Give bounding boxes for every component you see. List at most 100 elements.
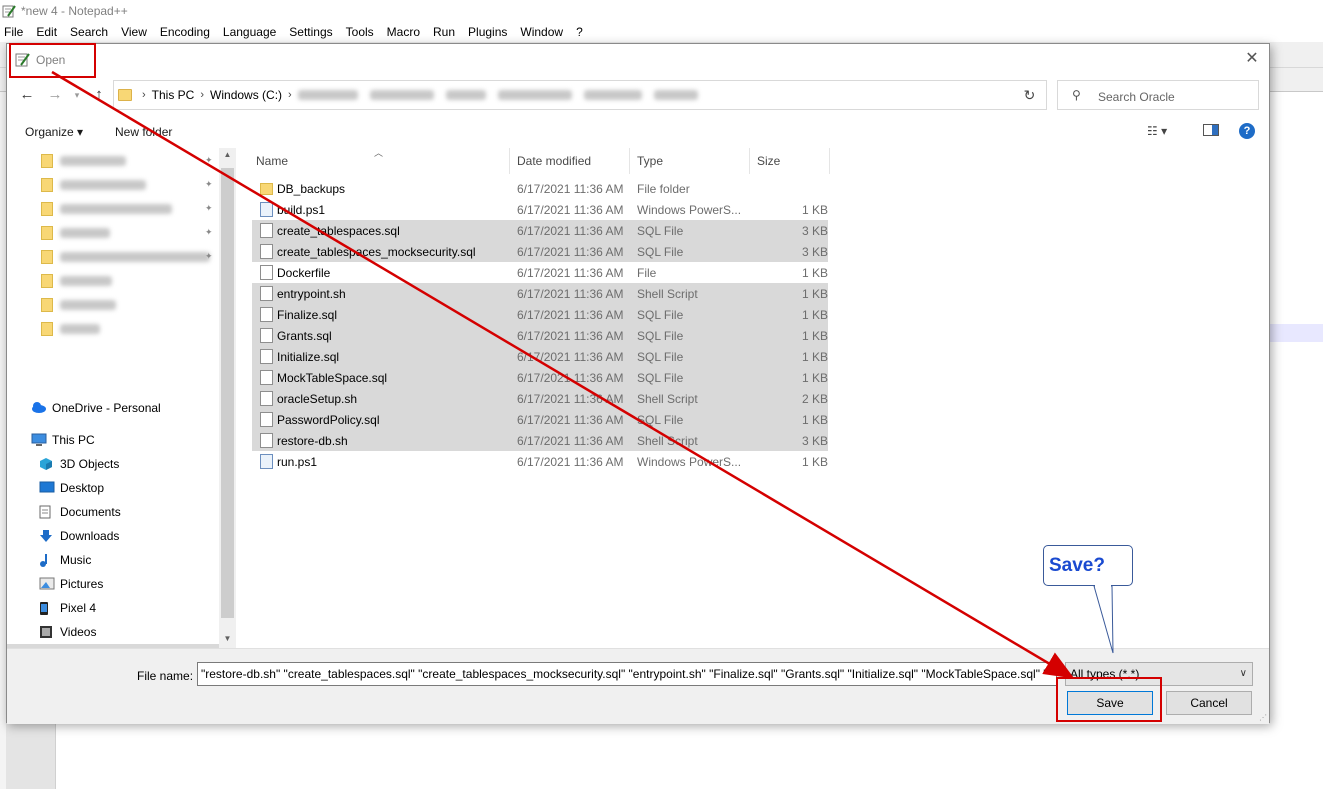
resize-grip-icon[interactable]: ⋰: [1259, 713, 1267, 722]
redacted-label: [60, 276, 112, 286]
menu-item[interactable]: ?: [576, 25, 583, 39]
file-date: 6/17/2021 11:36 AM: [517, 455, 624, 469]
back-arrow-icon[interactable]: ←: [19, 86, 35, 103]
nav-item-pixel-4[interactable]: Pixel 4: [7, 596, 219, 620]
redacted-label: [60, 300, 116, 310]
menu-item[interactable]: Settings: [289, 25, 332, 39]
file-row[interactable]: Initialize.sql 6/17/2021 11:36 AM SQL File…: [252, 346, 828, 367]
quick-access-item[interactable]: [7, 269, 219, 293]
menu-item[interactable]: Edit: [36, 25, 57, 39]
menu-item[interactable]: Window: [520, 25, 563, 39]
nav-item-music[interactable]: Music: [7, 548, 219, 572]
file-row[interactable]: create_tablespaces_mocksecurity.sql 6/17/…: [252, 241, 828, 262]
file-type: SQL File: [637, 308, 684, 322]
file-row[interactable]: entrypoint.sh 6/17/2021 11:36 AM Shell Scr…: [252, 283, 828, 304]
file-name: PasswordPolicy.sql: [277, 413, 380, 427]
file-row[interactable]: PasswordPolicy.sql 6/17/2021 11:36 AM SQL …: [252, 409, 828, 430]
recent-locations-chevron-icon[interactable]: ▾: [69, 90, 85, 101]
quick-access-item[interactable]: [7, 317, 219, 341]
annotation-box-title: [9, 43, 96, 78]
quick-access-item[interactable]: ✦: [7, 221, 219, 245]
menu-item[interactable]: Tools: [346, 25, 374, 39]
file-name: run.ps1: [277, 455, 318, 469]
folder-icon: [41, 226, 53, 240]
redacted-path: [653, 90, 698, 100]
file-row[interactable]: Grants.sql 6/17/2021 11:36 AM SQL File 1 KB: [252, 325, 828, 346]
file-row[interactable]: create_tablespaces.sql 6/17/2021 11:36 AM…: [252, 220, 828, 241]
column-header-date[interactable]: Date modified: [510, 148, 630, 174]
redacted-path: [369, 90, 434, 100]
file-row[interactable]: build.ps1 6/17/2021 11:36 AM Windows Power…: [252, 199, 828, 220]
folder-icon: [41, 202, 53, 216]
documents-icon: [39, 505, 53, 519]
shell-script-icon: [260, 391, 273, 406]
file-row[interactable]: Finalize.sql 6/17/2021 11:36 AM SQL File 1 …: [252, 304, 828, 325]
nav-item-videos[interactable]: Videos: [7, 620, 219, 644]
breadcrumb-this-pc[interactable]: This PC: [152, 88, 195, 102]
organize-button[interactable]: Organize ▾: [25, 125, 83, 139]
folder-icon: [118, 89, 132, 101]
nav-item-documents[interactable]: Documents: [7, 500, 219, 524]
file-name: entrypoint.sh: [277, 287, 346, 301]
nav-item-downloads[interactable]: Downloads: [7, 524, 219, 548]
download-icon: [39, 529, 53, 542]
help-icon[interactable]: ?: [1239, 123, 1255, 139]
file-row[interactable]: oracleSetup.sh 6/17/2021 11:36 AM Shell Sc…: [252, 388, 828, 409]
preview-pane-icon[interactable]: [1203, 124, 1219, 139]
address-bar[interactable]: › This PC › Windows (C:) › ∨: [113, 80, 1041, 110]
menu-item[interactable]: Language: [223, 25, 276, 39]
file-date: 6/17/2021 11:36 AM: [517, 266, 624, 280]
file-date: 6/17/2021 11:36 AM: [517, 224, 624, 238]
quick-access-item[interactable]: ✦: [7, 197, 219, 221]
search-input[interactable]: ⚲ Search Oracle: [1057, 80, 1259, 110]
nav-item-label: This PC: [52, 433, 95, 447]
file-row[interactable]: DB_backups 6/17/2021 11:36 AM File folder: [252, 178, 828, 199]
powershell-file-icon: [260, 202, 273, 217]
up-arrow-icon[interactable]: ↑: [91, 86, 107, 103]
file-row[interactable]: restore-db.sh 6/17/2021 11:36 AM Shell Scr…: [252, 430, 828, 451]
file-size: 3 KB: [801, 224, 828, 238]
nav-item-this-pc[interactable]: This PC: [7, 428, 219, 452]
menu-item[interactable]: Encoding: [160, 25, 210, 39]
cancel-button[interactable]: Cancel: [1166, 691, 1252, 715]
scroll-up-icon[interactable]: ▲: [219, 150, 236, 159]
view-options-icon[interactable]: ☷ ▾: [1147, 124, 1167, 138]
breadcrumb-windows-c[interactable]: Windows (C:): [210, 88, 282, 102]
file-date: 6/17/2021 11:36 AM: [517, 350, 624, 364]
close-icon[interactable]: ✕: [1243, 50, 1261, 68]
menu-item[interactable]: Run: [433, 25, 455, 39]
quick-access-item[interactable]: ✦: [7, 173, 219, 197]
nav-item-onedrive-personal[interactable]: OneDrive - Personal: [7, 396, 219, 420]
file-row[interactable]: Dockerfile 6/17/2021 11:36 AM File 1 KB: [252, 262, 828, 283]
menu-item[interactable]: View: [121, 25, 147, 39]
new-folder-button[interactable]: New folder: [115, 125, 172, 139]
redacted-label: [60, 228, 110, 238]
shell-script-icon: [260, 286, 273, 301]
refresh-icon[interactable]: ↻: [1013, 80, 1047, 110]
column-header-type[interactable]: Type: [630, 148, 750, 174]
file-date: 6/17/2021 11:36 AM: [517, 182, 624, 196]
nav-item-pictures[interactable]: Pictures: [7, 572, 219, 596]
quick-access-item[interactable]: [7, 293, 219, 317]
file-row[interactable]: run.ps1 6/17/2021 11:36 AM Windows PowerS.…: [252, 451, 828, 472]
file-name: MockTableSpace.sql: [277, 371, 388, 385]
file-size: 2 KB: [801, 392, 828, 406]
nav-scrollbar-thumb[interactable]: [221, 168, 234, 618]
file-name-input[interactable]: "restore-db.sh" "create_tablespaces.sql"…: [197, 662, 1057, 686]
redacted-path: [583, 90, 642, 100]
menu-item[interactable]: File: [4, 25, 23, 39]
menu-item[interactable]: Macro: [387, 25, 420, 39]
nav-item-3d-objects[interactable]: 3D Objects: [7, 452, 219, 476]
menu-item[interactable]: Search: [70, 25, 108, 39]
nav-item-desktop[interactable]: Desktop: [7, 476, 219, 500]
quick-access-item[interactable]: ✦: [7, 245, 219, 269]
annotation-box-save: [1056, 677, 1162, 722]
menu-item[interactable]: Plugins: [468, 25, 507, 39]
scroll-down-icon[interactable]: ▼: [219, 634, 236, 643]
forward-arrow-icon[interactable]: →: [47, 86, 63, 103]
column-header-size[interactable]: Size: [750, 148, 830, 174]
quick-access-item[interactable]: ✦: [7, 149, 219, 173]
file-name-dropdown-chevron-icon[interactable]: ∨: [1044, 666, 1051, 677]
file-row[interactable]: MockTableSpace.sql 6/17/2021 11:36 AM SQL …: [252, 367, 828, 388]
file-date: 6/17/2021 11:36 AM: [517, 371, 624, 385]
